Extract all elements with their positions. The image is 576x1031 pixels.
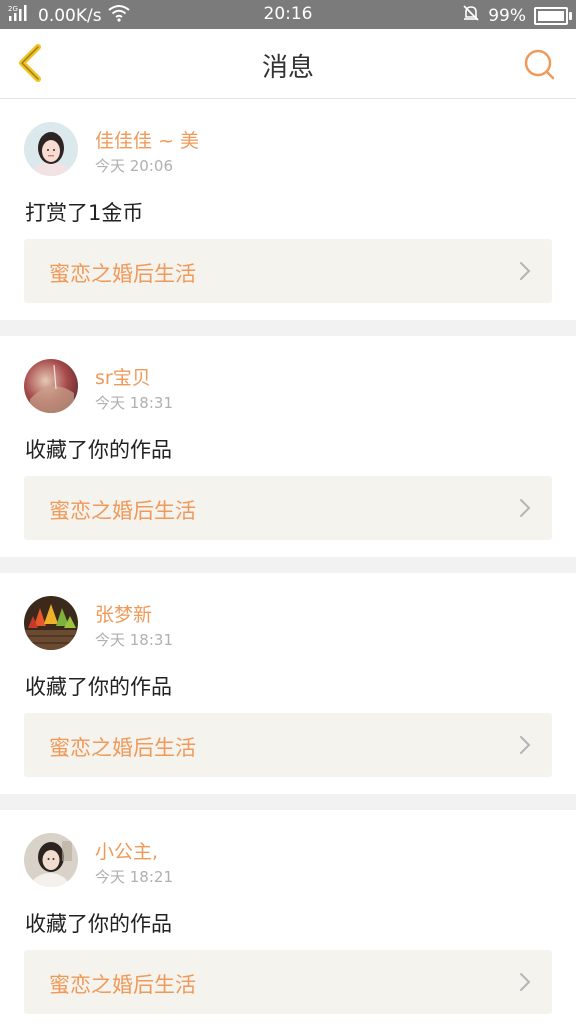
book-title: 蜜恋之婚后生活 bbox=[49, 262, 196, 286]
message-action: 收藏了你的作品 bbox=[25, 675, 172, 699]
chevron-right-icon bbox=[520, 499, 531, 517]
message-time: 今天 18:31 bbox=[95, 631, 173, 649]
status-bar: 2G 0.00K/s 20:16 99% bbox=[0, 0, 576, 29]
message-card: 张梦新 今天 18:31 收藏了你的作品 蜜恋之婚后生活 bbox=[0, 573, 576, 794]
message-action: 收藏了你的作品 bbox=[25, 438, 172, 462]
avatar[interactable] bbox=[24, 122, 78, 176]
avatar[interactable] bbox=[24, 596, 78, 650]
avatar[interactable] bbox=[24, 359, 78, 413]
search-icon bbox=[524, 49, 555, 80]
message-time: 今天 18:21 bbox=[95, 868, 173, 886]
message-time: 今天 20:06 bbox=[95, 157, 173, 175]
book-link[interactable]: 蜜恋之婚后生活 bbox=[24, 476, 552, 540]
chevron-right-icon bbox=[520, 736, 531, 754]
message-action: 打赏了1金币 bbox=[25, 201, 144, 225]
book-link[interactable]: 蜜恋之婚后生活 bbox=[24, 239, 552, 303]
avatar[interactable] bbox=[24, 833, 78, 887]
user-name[interactable]: 张梦新 bbox=[95, 600, 152, 627]
book-link[interactable]: 蜜恋之婚后生活 bbox=[24, 950, 552, 1014]
message-card: 小公主, 今天 18:21 收藏了你的作品 蜜恋之婚后生活 bbox=[0, 810, 576, 1031]
battery-percent: 99% bbox=[488, 5, 526, 26]
status-right: 99% bbox=[462, 4, 572, 27]
page-title: 消息 bbox=[261, 53, 314, 83]
user-name[interactable]: sr宝贝 bbox=[95, 363, 151, 390]
battery-icon bbox=[534, 6, 572, 25]
search-button[interactable] bbox=[522, 47, 556, 81]
chevron-right-icon bbox=[520, 262, 531, 280]
book-title: 蜜恋之婚后生活 bbox=[49, 736, 196, 760]
nav-header: 消息 bbox=[0, 29, 576, 99]
user-name[interactable]: 佳佳佳 ~ 美 bbox=[95, 126, 199, 153]
user-name[interactable]: 小公主, bbox=[95, 837, 158, 864]
message-card: sr宝贝 今天 18:31 收藏了你的作品 蜜恋之婚后生活 bbox=[0, 336, 576, 557]
message-card: 佳佳佳 ~ 美 今天 20:06 打赏了1金币 蜜恋之婚后生活 bbox=[0, 99, 576, 320]
book-title: 蜜恋之婚后生活 bbox=[49, 499, 196, 523]
book-link[interactable]: 蜜恋之婚后生活 bbox=[24, 713, 552, 777]
silent-bell-icon bbox=[462, 4, 480, 27]
chevron-right-icon bbox=[520, 973, 531, 991]
message-time: 今天 18:31 bbox=[95, 394, 173, 412]
book-title: 蜜恋之婚后生活 bbox=[49, 973, 196, 997]
message-action: 收藏了你的作品 bbox=[25, 912, 172, 936]
